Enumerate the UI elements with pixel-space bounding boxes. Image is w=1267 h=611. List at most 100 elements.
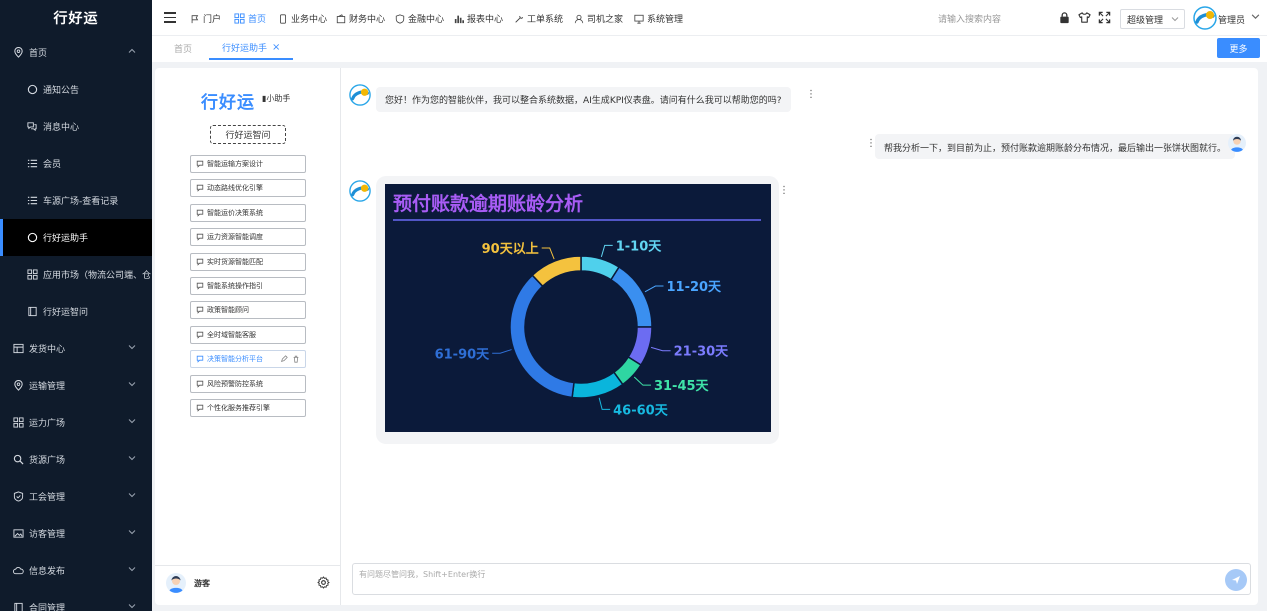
message-icon (196, 209, 204, 217)
gear-icon[interactable] (317, 576, 330, 589)
book-icon (26, 306, 38, 318)
sidebar-item[interactable]: 消息中心 (0, 108, 152, 145)
sidebar-item[interactable]: 访客管理 (0, 515, 152, 552)
top-nav-label: 金融中心 (408, 15, 445, 25)
sidebar-item[interactable]: 应用市场（物流公司端、仓 (0, 256, 152, 293)
top-nav-item[interactable]: 财务中心 (336, 12, 385, 25)
question-label: 智能系统操作指引 (207, 282, 263, 290)
sidebar-item[interactable]: 运力广场 (0, 404, 152, 441)
close-icon[interactable]: × (272, 42, 280, 53)
message-icon (196, 282, 204, 290)
sidebar-item[interactable]: 运输管理 (0, 367, 152, 404)
trash-icon[interactable] (292, 355, 300, 363)
sidebar-item[interactable]: 信息发布 (0, 552, 152, 589)
question-label: 智能运价决策系统 (207, 208, 263, 217)
tab-home[interactable]: 首页 (174, 36, 192, 60)
circle-icon (26, 84, 38, 96)
more-vertical-icon[interactable]: ⋮ (806, 89, 816, 100)
top-nav-item[interactable]: 首页 (234, 12, 266, 25)
top-nav-item[interactable]: 业务中心 (278, 12, 327, 25)
guest-avatar[interactable] (166, 573, 186, 593)
pie-label: 11-20天 (666, 280, 722, 295)
question-label: 智能运输方案设计 (207, 160, 263, 168)
sidebar-brand: 行好运 (53, 11, 99, 27)
question-item[interactable]: 实时货源智能匹配 (190, 252, 306, 271)
question-item[interactable]: 决策智能分析平台 (190, 350, 306, 369)
top-nav-label: 财务中心 (349, 15, 386, 25)
question-item[interactable]: 运力资源智能调度 (190, 228, 306, 247)
question-label: 实时货源智能匹配 (207, 257, 263, 266)
user-name[interactable]: 管理员 (1218, 13, 1245, 26)
question-item[interactable]: 全时域智能客服 (190, 325, 306, 344)
user-avatar[interactable] (1193, 6, 1217, 30)
question-item[interactable]: 政策智能顾问 (190, 301, 306, 320)
sidebar-item[interactable]: 货源广场 (0, 441, 152, 478)
question-label: 风险预警防控系统 (207, 379, 263, 388)
chat-input-box (352, 563, 1251, 595)
top-nav-item[interactable]: 金融中心 (395, 12, 444, 25)
role-select[interactable]: 超级管理 (1120, 9, 1185, 29)
question-item[interactable]: 智能系统操作指引 (190, 277, 306, 295)
assistant-left-panel: 行好运 ▮小助手 行好运智问 智能运输方案设计 动态路线优化引擎 智能运价决策系统运… (155, 68, 341, 605)
pie-label: 90天以上 (482, 242, 539, 257)
sidebar-item-label: 通知公告 (43, 86, 80, 96)
top-nav-item[interactable]: 门户 (190, 12, 221, 25)
tab-label: 行好运助手 (222, 43, 268, 54)
message-icon (196, 233, 204, 241)
sidebar-item[interactable]: 会员 (0, 145, 152, 182)
user-message: 帮我分析一下，到目前为止，预付账款逾期账龄分布情况，最后输出一张饼状图就行。 (875, 134, 1236, 159)
tools-icon (514, 14, 524, 24)
sidebar-item[interactable]: 发货中心 (0, 330, 152, 367)
list-icon (26, 158, 38, 170)
wallet-icon (336, 13, 346, 24)
lock-icon[interactable] (1058, 11, 1071, 24)
sidebar-item[interactable]: 行好运智问 (0, 293, 152, 330)
tshirt-icon[interactable] (1078, 11, 1091, 24)
pie-label: 46-60天 (613, 403, 669, 418)
more-vertical-icon[interactable]: ⋮ (779, 185, 789, 196)
sidebar-item[interactable]: 通知公告 (0, 71, 152, 108)
cloud-icon (12, 565, 24, 577)
question-item[interactable]: 风险预警防控系统 (190, 374, 306, 393)
sidebar-item[interactable]: 行好运助手 (0, 219, 152, 256)
global-search-input[interactable]: 请输入搜索内容 (938, 12, 1001, 25)
menu-toggle-icon[interactable] (164, 12, 176, 24)
grid-icon (234, 13, 245, 24)
chat-input[interactable] (353, 564, 1213, 594)
question-item[interactable]: 个性化服务推荐引擎 (190, 399, 306, 417)
top-nav-label: 系统管理 (647, 15, 684, 25)
question-item[interactable]: 智能运输方案设计 (190, 155, 306, 173)
edit-icon[interactable] (280, 355, 288, 363)
role-select-value: 超级管理 (1127, 15, 1164, 26)
top-nav-item[interactable]: 工单系统 (514, 12, 563, 25)
message-icon (196, 404, 204, 412)
bot-avatar (349, 180, 371, 202)
top-nav-item[interactable]: 报表中心 (454, 12, 503, 25)
fullscreen-icon[interactable] (1098, 11, 1111, 24)
message-icon (196, 355, 204, 363)
sidebar-item-label: 车源广场-查看记录 (43, 197, 119, 207)
sidebar-item-label: 行好运助手 (43, 234, 89, 244)
assistant-panel: 行好运 ▮小助手 行好运智问 智能运输方案设计 动态路线优化引擎 智能运价决策系统运… (155, 68, 1258, 605)
send-button[interactable] (1225, 569, 1247, 591)
tab-assistant[interactable]: 行好运助手 × (209, 36, 294, 60)
grid-icon (12, 417, 24, 429)
sidebar-item[interactable]: 工会管理 (0, 478, 152, 515)
sidebar-item[interactable]: 车源广场-查看记录 (0, 182, 152, 219)
sidebar-item[interactable]: 首页 (0, 34, 152, 71)
chevron-down-icon (1171, 17, 1179, 22)
top-nav-item[interactable]: 司机之家 (574, 12, 623, 25)
pie-label: 21-30天 (674, 345, 730, 360)
ask-button[interactable]: 行好运智问 (210, 125, 286, 144)
sidebar-item[interactable]: 合同管理 (0, 589, 152, 611)
question-actions (280, 355, 300, 363)
page-scrollbar[interactable] (1259, 68, 1267, 605)
left-panel-footer: 游客 (155, 565, 341, 605)
top-nav-item[interactable]: 系统管理 (634, 12, 683, 25)
chevron-down-icon (128, 565, 136, 576)
question-item[interactable]: 动态路线优化引擎 (190, 179, 306, 198)
question-label: 运力资源智能调度 (207, 233, 263, 242)
question-item[interactable]: 智能运价决策系统 (190, 203, 306, 222)
more-button[interactable]: 更多 (1217, 38, 1260, 58)
chevron-down-icon[interactable] (1251, 12, 1260, 21)
